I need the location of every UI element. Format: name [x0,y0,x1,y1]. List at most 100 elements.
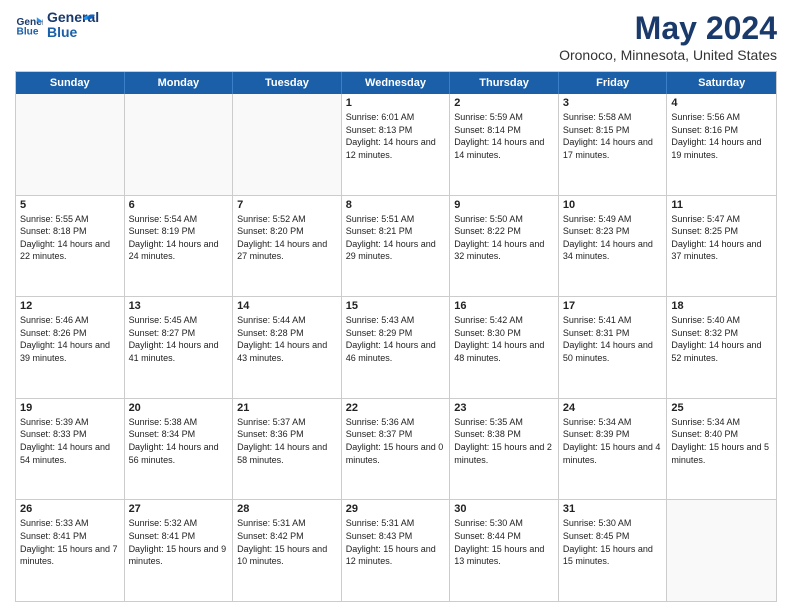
day-number: 2 [454,97,554,109]
calendar-cell: 13 Sunrise: 5:45 AM Sunset: 8:27 PM Dayli… [125,297,234,398]
day-number: 9 [454,199,554,211]
calendar-cell: 25Sunrise: 5:34 AM Sunset: 8:40 PM Dayli… [667,399,776,500]
day-info: Sunrise: 5:52 AM Sunset: 8:20 PM Dayligh… [237,213,337,263]
day-info: Sunrise: 6:01 AM Sunset: 8:13 PM Dayligh… [346,111,446,161]
day-info: Sunrise: 5:34 AM Sunset: 8:40 PM Dayligh… [671,416,772,466]
title-block: May 2024 Oronoco, Minnesota, United Stat… [559,10,777,63]
logo-icon: General Blue [15,11,43,39]
calendar-cell: 18 Sunrise: 5:40 AM Sunset: 8:32 PM Dayli… [667,297,776,398]
calendar-header: SundayMondayTuesdayWednesdayThursdayFrid… [16,72,776,94]
day-info: Sunrise: 5:41 AM Sunset: 8:31 PM Dayligh… [563,314,663,364]
day-number: 1 [346,97,446,109]
calendar-cell: 7 Sunrise: 5:52 AM Sunset: 8:20 PM Daylig… [233,196,342,297]
calendar-cell: 17 Sunrise: 5:41 AM Sunset: 8:31 PM Dayli… [559,297,668,398]
day-number: 21 [237,402,337,414]
calendar-cell: 15Sunrise: 5:43 AM Sunset: 8:29 PM Dayli… [342,297,451,398]
calendar-cell: 6Sunrise: 5:54 AM Sunset: 8:19 PM Daylig… [125,196,234,297]
day-number: 24 [563,402,663,414]
day-number: 27 [129,503,229,515]
day-info: Sunrise: 5:59 AM Sunset: 8:14 PM Dayligh… [454,111,554,161]
day-info: Sunrise: 5:34 AM Sunset: 8:39 PM Dayligh… [563,416,663,466]
day-number: 26 [20,503,120,515]
page: General Blue General Blue May 2024 Orono… [0,0,792,612]
calendar-cell: 21 Sunrise: 5:37 AM Sunset: 8:36 PM Dayli… [233,399,342,500]
day-number: 3 [563,97,663,109]
day-info: Sunrise: 5:47 AM Sunset: 8:25 PM Dayligh… [671,213,772,263]
day-info: Sunrise: 5:42 AM Sunset: 8:30 PM Dayligh… [454,314,554,364]
day-number: 28 [237,503,337,515]
day-info: Sunrise: 5:55 AM Sunset: 8:18 PM Dayligh… [20,213,120,263]
day-number: 20 [129,402,229,414]
calendar-cell: 3 Sunrise: 5:58 AM Sunset: 8:15 PM Daylig… [559,94,668,195]
day-info: Sunrise: 5:30 AM Sunset: 8:45 PM Dayligh… [563,517,663,567]
subtitle: Oronoco, Minnesota, United States [559,47,777,63]
svg-text:Blue: Blue [17,27,39,38]
calendar-cell: 28Sunrise: 5:31 AM Sunset: 8:42 PM Dayli… [233,500,342,601]
day-info: Sunrise: 5:50 AM Sunset: 8:22 PM Dayligh… [454,213,554,263]
day-number: 29 [346,503,446,515]
day-info: Sunrise: 5:56 AM Sunset: 8:16 PM Dayligh… [671,111,772,161]
calendar-cell: 30Sunrise: 5:30 AM Sunset: 8:44 PM Dayli… [450,500,559,601]
day-number: 18 [671,300,772,312]
weekday-header: Sunday [16,72,125,94]
weekday-header: Monday [125,72,234,94]
day-number: 13 [129,300,229,312]
calendar-row: 5 Sunrise: 5:55 AM Sunset: 8:18 PM Daylig… [16,196,776,298]
logo: General Blue General Blue [15,10,95,41]
day-info: Sunrise: 5:43 AM Sunset: 8:29 PM Dayligh… [346,314,446,364]
day-info: Sunrise: 5:49 AM Sunset: 8:23 PM Dayligh… [563,213,663,263]
day-number: 12 [20,300,120,312]
day-number: 17 [563,300,663,312]
day-info: Sunrise: 5:36 AM Sunset: 8:37 PM Dayligh… [346,416,446,466]
weekday-header: Thursday [450,72,559,94]
day-info: Sunrise: 5:46 AM Sunset: 8:26 PM Dayligh… [20,314,120,364]
calendar-cell [233,94,342,195]
day-number: 5 [20,199,120,211]
header: General Blue General Blue May 2024 Orono… [15,10,777,63]
day-number: 7 [237,199,337,211]
day-info: Sunrise: 5:37 AM Sunset: 8:36 PM Dayligh… [237,416,337,466]
day-number: 16 [454,300,554,312]
calendar-row: 1 Sunrise: 6:01 AM Sunset: 8:13 PM Daylig… [16,94,776,196]
calendar-cell: 29 Sunrise: 5:31 AM Sunset: 8:43 PM Dayli… [342,500,451,601]
calendar-row: 19Sunrise: 5:39 AM Sunset: 8:33 PM Dayli… [16,399,776,501]
calendar-cell: 24 Sunrise: 5:34 AM Sunset: 8:39 PM Dayli… [559,399,668,500]
calendar-row: 12 Sunrise: 5:46 AM Sunset: 8:26 PM Dayli… [16,297,776,399]
weekday-header: Saturday [667,72,776,94]
calendar-cell: 8Sunrise: 5:51 AM Sunset: 8:21 PM Daylig… [342,196,451,297]
day-info: Sunrise: 5:45 AM Sunset: 8:27 PM Dayligh… [129,314,229,364]
day-info: Sunrise: 5:40 AM Sunset: 8:32 PM Dayligh… [671,314,772,364]
calendar-cell: 12 Sunrise: 5:46 AM Sunset: 8:26 PM Dayli… [16,297,125,398]
weekday-header: Wednesday [342,72,451,94]
day-number: 11 [671,199,772,211]
day-info: Sunrise: 5:39 AM Sunset: 8:33 PM Dayligh… [20,416,120,466]
main-title: May 2024 [559,10,777,47]
calendar-cell: 19Sunrise: 5:39 AM Sunset: 8:33 PM Dayli… [16,399,125,500]
calendar-cell: 16 Sunrise: 5:42 AM Sunset: 8:30 PM Dayli… [450,297,559,398]
day-number: 22 [346,402,446,414]
logo-bird-icon [73,12,95,30]
weekday-header: Tuesday [233,72,342,94]
calendar-cell [125,94,234,195]
day-number: 10 [563,199,663,211]
day-info: Sunrise: 5:31 AM Sunset: 8:43 PM Dayligh… [346,517,446,567]
calendar-cell: 26 Sunrise: 5:33 AM Sunset: 8:41 PM Dayli… [16,500,125,601]
calendar-cell: 31Sunrise: 5:30 AM Sunset: 8:45 PM Dayli… [559,500,668,601]
day-number: 6 [129,199,229,211]
day-number: 30 [454,503,554,515]
calendar-cell: 23Sunrise: 5:35 AM Sunset: 8:38 PM Dayli… [450,399,559,500]
calendar-cell: 4Sunrise: 5:56 AM Sunset: 8:16 PM Daylig… [667,94,776,195]
day-info: Sunrise: 5:58 AM Sunset: 8:15 PM Dayligh… [563,111,663,161]
calendar-cell: 9 Sunrise: 5:50 AM Sunset: 8:22 PM Daylig… [450,196,559,297]
calendar-cell: 5 Sunrise: 5:55 AM Sunset: 8:18 PM Daylig… [16,196,125,297]
calendar: SundayMondayTuesdayWednesdayThursdayFrid… [15,71,777,602]
calendar-cell: 20Sunrise: 5:38 AM Sunset: 8:34 PM Dayli… [125,399,234,500]
calendar-cell: 2 Sunrise: 5:59 AM Sunset: 8:14 PM Daylig… [450,94,559,195]
calendar-cell: 14Sunrise: 5:44 AM Sunset: 8:28 PM Dayli… [233,297,342,398]
calendar-cell: 11 Sunrise: 5:47 AM Sunset: 8:25 PM Dayli… [667,196,776,297]
day-info: Sunrise: 5:33 AM Sunset: 8:41 PM Dayligh… [20,517,120,567]
day-info: Sunrise: 5:44 AM Sunset: 8:28 PM Dayligh… [237,314,337,364]
calendar-body: 1 Sunrise: 6:01 AM Sunset: 8:13 PM Daylig… [16,94,776,601]
calendar-cell [667,500,776,601]
calendar-row: 26 Sunrise: 5:33 AM Sunset: 8:41 PM Dayli… [16,500,776,601]
